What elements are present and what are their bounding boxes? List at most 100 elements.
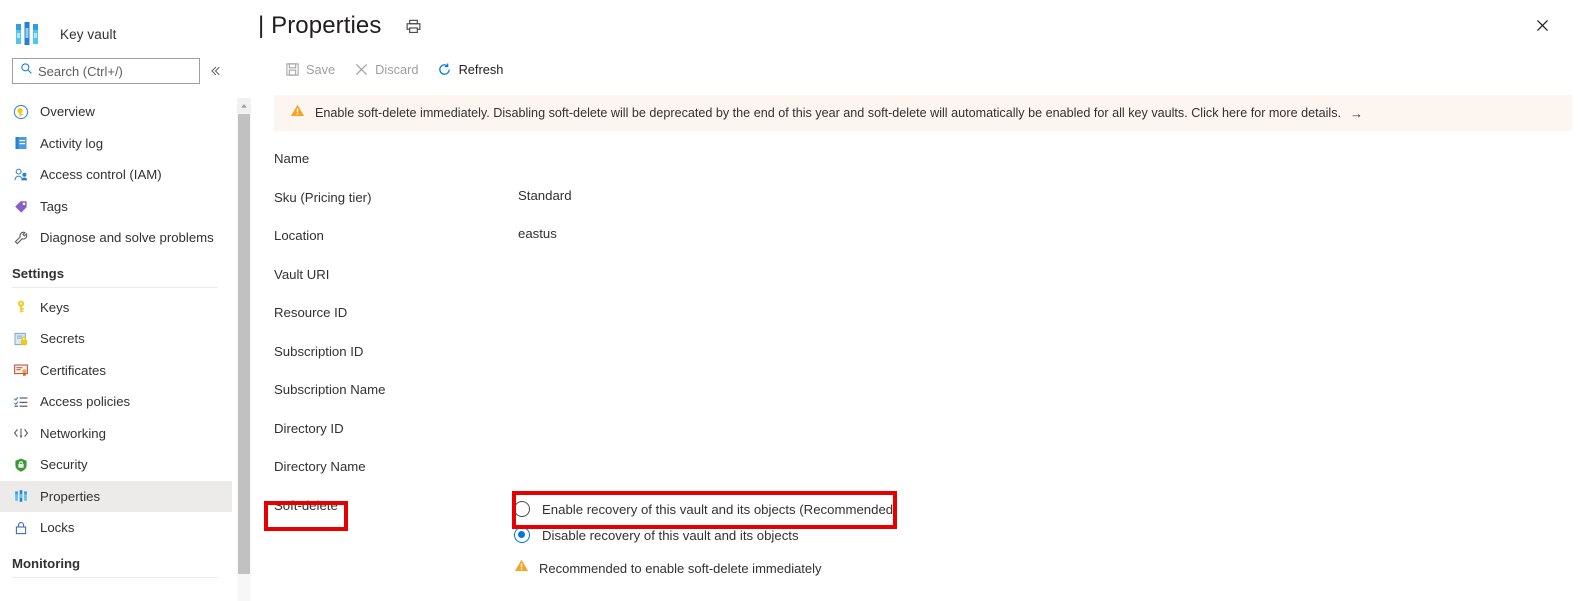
arrow-right-icon: → [1350,105,1363,121]
form-row-sku: Sku (Pricing tier) Standard [274,188,1590,227]
certificates-icon [12,361,30,379]
soft-delete-warning-banner[interactable]: Enable soft-delete immediately. Disablin… [274,95,1572,131]
radio-button-unselected[interactable] [514,501,530,517]
tags-icon [12,197,30,215]
field-label: Vault URI [274,266,330,282]
blade-title-row: | Properties [256,0,1590,52]
key-icon [12,298,30,316]
field-label: Sku (Pricing tier) [274,189,372,205]
sidebar-item-overview[interactable]: Overview [0,96,232,128]
sidebar-item-label: Overview [40,104,95,120]
properties-icon [12,487,30,505]
sidebar-item-security[interactable]: Security [0,449,232,481]
sidebar-item-keys[interactable]: Keys [0,292,232,324]
sidebar: Key vault Search (Ctrl+/) Overview Activ… [0,0,232,601]
activity-log-icon [12,134,30,152]
field-label: Soft-delete [274,497,338,513]
radio-label: Enable recovery of this vault and its ob… [542,501,898,517]
scroll-up-arrow-icon[interactable] [237,98,251,113]
form-row-directory-id: Directory ID [274,419,1590,458]
overview-key-icon [12,103,30,121]
sidebar-item-locks[interactable]: Locks [0,512,232,544]
resource-type-label: Key vault [60,26,117,42]
radio-enable-recovery[interactable]: Enable recovery of this vault and its ob… [514,496,898,522]
field-label: Resource ID [274,305,348,320]
sidebar-item-label: Diagnose and solve problems [40,230,214,246]
form-row-subscription-id: Subscription ID [274,342,1590,381]
field-label: Directory ID [274,420,344,436]
field-label: Subscription ID [274,343,364,359]
command-bar: Save Discard Refresh [256,52,1590,86]
form-row-soft-delete: Soft-delete [274,496,1590,535]
close-icon[interactable] [1530,13,1554,37]
warning-triangle-icon [514,558,529,578]
print-icon[interactable] [402,14,426,38]
note-text: Recommended to enable soft-delete immedi… [539,560,822,576]
properties-form: Name Sku (Pricing tier) Standard Locatio… [256,131,1590,534]
form-row-directory-name: Directory Name [274,457,1590,496]
form-row-name: Name [274,149,1590,188]
sidebar-item-activity-log[interactable]: Activity log [0,128,232,160]
refresh-button[interactable]: Refresh [433,58,512,80]
radio-disable-recovery[interactable]: Disable recovery of this vault and its o… [514,522,898,548]
sidebar-item-networking[interactable]: Networking [0,418,232,450]
sidebar-item-label: Networking [40,425,106,441]
secrets-icon [12,330,30,348]
banner-text: Enable soft-delete immediately. Disablin… [315,106,1341,120]
discard-x-icon [353,61,369,77]
page-title: | Properties [258,12,382,39]
main-pane: | Properties Save Discard Refresh Enable… [256,0,1590,601]
sidebar-item-access-policies[interactable]: Access policies [0,386,232,418]
networking-icon [12,424,30,442]
save-label: Save [306,61,336,77]
form-row-subscription-name: Subscription Name [274,380,1590,419]
field-value: Standard [518,187,572,203]
sidebar-item-secrets[interactable]: Secrets [0,323,232,355]
search-input[interactable] [38,63,198,79]
discard-label: Discard [375,61,419,77]
form-row-location: Location eastus [274,226,1590,265]
field-label: Directory Name [274,459,366,474]
radio-label: Disable recovery of this vault and its o… [542,527,799,543]
sidebar-item-label: Locks [40,520,75,536]
sidebar-item-label: Properties [40,488,101,504]
sidebar-divider [12,286,218,288]
sidebar-scrollbar[interactable] [237,98,251,601]
lock-icon [12,519,30,537]
sidebar-item-diagnose[interactable]: Diagnose and solve problems [0,222,232,254]
resource-header: Key vault [0,0,232,58]
sidebar-item-properties[interactable]: Properties [0,480,232,512]
save-button[interactable]: Save [280,58,343,80]
radio-button-selected[interactable] [514,527,530,543]
search-box[interactable] [12,58,201,84]
soft-delete-radio-group: Enable recovery of this vault and its ob… [514,496,898,578]
sidebar-item-label: Access policies [40,394,131,410]
sidebar-group-settings: Settings [12,265,65,281]
search-icon [20,62,33,80]
sidebar-item-label: Keys [40,299,70,315]
sidebar-nav: Overview Activity log Access control (IA… [0,96,232,578]
field-label: Location [274,228,324,243]
access-control-icon [12,166,30,184]
warning-triangle-icon [290,103,305,123]
sidebar-item-label: Certificates [40,362,106,378]
field-label: Subscription Name [274,382,386,397]
discard-button[interactable]: Discard [349,58,426,80]
sidebar-item-tags[interactable]: Tags [0,191,232,223]
sidebar-item-label: Tags [40,198,68,214]
field-label: Name [274,151,310,166]
diagnose-wrench-icon [12,229,30,247]
refresh-label: Refresh [458,61,504,77]
chevron-double-left-icon[interactable] [204,59,226,83]
refresh-icon [437,61,453,77]
security-shield-icon [12,456,30,474]
sidebar-divider [12,576,218,578]
sidebar-item-access-control[interactable]: Access control (IAM) [0,159,232,191]
search-row [0,58,232,84]
save-icon [284,61,300,77]
scrollbar-thumb[interactable] [238,114,250,574]
sidebar-item-label: Security [40,457,88,473]
sidebar-item-certificates[interactable]: Certificates [0,355,232,387]
form-row-resource-id: Resource ID [274,303,1590,342]
key-vault-icon [12,19,42,49]
